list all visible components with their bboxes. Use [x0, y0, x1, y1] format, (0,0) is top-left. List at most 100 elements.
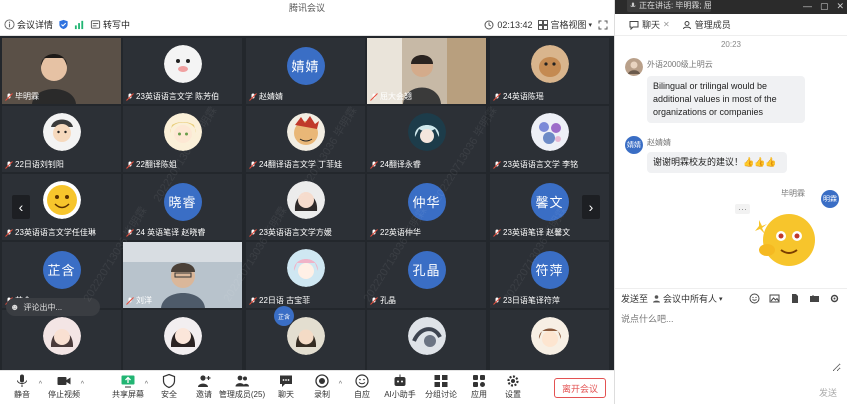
chevron-up-icon[interactable]: ^: [145, 381, 148, 388]
participant-tile[interactable]: [246, 310, 365, 376]
send-button[interactable]: 发送: [819, 386, 837, 399]
participant-name: 孔晶: [380, 296, 396, 305]
minimize-icon[interactable]: —: [803, 1, 812, 12]
meeting-info-button[interactable]: 会议详情: [4, 18, 53, 31]
active-speaker-badge: 芷含: [274, 306, 294, 326]
participant-avatar: [163, 317, 202, 356]
toolbar-record-button[interactable]: 录制 ^: [302, 373, 342, 400]
participant-tile[interactable]: 仲华 22英语仲华: [367, 174, 486, 240]
participant-avatar: [163, 113, 202, 152]
invite-icon: [198, 375, 211, 387]
chevron-up-icon[interactable]: ^: [81, 381, 84, 388]
sender-avatar[interactable]: 婧婧: [625, 136, 643, 154]
previous-page-arrow[interactable]: ‹: [12, 195, 30, 219]
video-grid: 毕明霖 23英语语言文学 陈芳伯 婧婧 赵婧婧 屈大会翘 24英语陈瑶 22日语刘钊阳 22翻…: [0, 36, 614, 376]
more-options-icon[interactable]: ···: [735, 204, 750, 214]
tab-chat[interactable]: 聊天 ✕: [629, 18, 670, 31]
toolbar-reaction-button[interactable]: 自应: [342, 373, 382, 400]
shield-check-icon[interactable]: [58, 19, 69, 30]
participant-tile[interactable]: 23英语语言文学 陈芳伯: [123, 38, 242, 104]
participant-tile[interactable]: [367, 310, 486, 376]
participant-tile[interactable]: 24翻译语言文学 丁菲娃: [246, 106, 365, 172]
transcription-status[interactable]: 转写中: [90, 18, 130, 31]
participant-avatar: [42, 317, 81, 356]
sender-name: 赵婧婧: [647, 138, 671, 147]
participant-tile[interactable]: 婧婧 赵婧婧: [246, 38, 365, 104]
emoji-icon[interactable]: [749, 293, 760, 304]
toolbar-label: 共享屏幕: [112, 390, 144, 399]
participant-tile[interactable]: 符萍 23日语笔译符萍: [490, 242, 609, 308]
toolbar-ai-assistant-button[interactable]: AI小助手: [380, 373, 420, 400]
fullscreen-icon[interactable]: [598, 20, 608, 30]
reaction-icon: [355, 374, 369, 388]
participant-tile[interactable]: 22日语 古宝菲: [246, 242, 365, 308]
toolbar-settings-button[interactable]: 设置: [493, 373, 533, 400]
emoji-sticker: [755, 214, 815, 266]
toolbar-members-button[interactable]: 管理成员(25): [219, 373, 265, 400]
participant-tile[interactable]: 22翻译陈姐: [123, 106, 242, 172]
send-to-selector[interactable]: 会议中所有人 ▾: [652, 292, 723, 305]
meeting-info-label: 会议详情: [17, 20, 54, 30]
participant-tile[interactable]: 孔晶 孔晶: [367, 242, 486, 308]
screenshot-icon[interactable]: [809, 293, 820, 304]
toolbar-chat-button[interactable]: 聊天: [266, 373, 306, 400]
participant-tile[interactable]: [490, 310, 609, 376]
participant-avatar: [163, 45, 202, 84]
tab-members-label: 管理成员: [694, 20, 731, 30]
participant-label: 24 英语笔译 赵晓睿: [126, 227, 205, 238]
toolbar-share-screen-button[interactable]: 共享屏幕 ^: [108, 373, 148, 400]
participant-name: 24翻译永睿: [380, 160, 421, 169]
floating-comment-text: 评论出中...: [23, 302, 63, 312]
chat-settings-icon[interactable]: [829, 293, 840, 304]
participant-tile[interactable]: 刘洋: [123, 242, 242, 308]
share-screen-icon: [121, 375, 135, 388]
participant-avatar: 芷含: [42, 250, 81, 289]
participant-tile[interactable]: [123, 310, 242, 376]
participant-name: 22英语仲华: [380, 228, 421, 237]
mic-muted-icon: [126, 160, 134, 169]
participant-tile[interactable]: 22日语刘钊阳: [2, 106, 121, 172]
mic-muted-icon: [249, 92, 257, 101]
participant-tile[interactable]: 屈大会翘: [367, 38, 486, 104]
gallery-view-button[interactable]: 宫格视图 ▾: [538, 18, 592, 31]
toolbar-label: 聊天: [278, 390, 294, 399]
toolbar-mic-button[interactable]: 静音 ^: [2, 373, 42, 400]
participant-tile[interactable]: 23英语语言文学方媛: [246, 174, 365, 240]
participant-tile[interactable]: 24翻译永睿: [367, 106, 486, 172]
toolbar-shield-button[interactable]: 安全: [149, 373, 189, 400]
sender-avatar[interactable]: [625, 58, 643, 76]
apps-icon: [473, 375, 485, 387]
panel-tabs: 聊天 ✕ 管理成员: [615, 14, 847, 36]
chevron-up-icon[interactable]: ^: [39, 381, 42, 388]
participant-name: 23英语语言文学任佳琳: [15, 228, 96, 237]
participant-tile[interactable]: 24英语陈瑶: [490, 38, 609, 104]
maximize-icon[interactable]: ▢: [820, 1, 829, 12]
participant-tile[interactable]: 晓睿 24 英语笔译 赵晓睿: [123, 174, 242, 240]
participant-tile[interactable]: 毕明霖: [2, 38, 121, 104]
participant-name: 23英语语言文学方媛: [259, 228, 332, 237]
participant-avatar: [42, 113, 81, 152]
toolbar-breakout-button[interactable]: 分组讨论: [421, 373, 461, 400]
participant-name: 23英语笔译 赵馨文: [503, 228, 571, 237]
tab-members[interactable]: 管理成员: [682, 18, 731, 31]
signal-icon[interactable]: [74, 19, 85, 30]
send-to-label: 发送至: [621, 294, 649, 304]
participant-tile[interactable]: 23英语语言文学 李铭: [490, 106, 609, 172]
shield-icon: [162, 373, 176, 389]
mic-muted-icon: [370, 92, 378, 101]
chat-message: 谢谢明霖校友的建议！👍👍👍: [647, 152, 787, 173]
close-icon[interactable]: ✕: [836, 1, 844, 12]
file-icon[interactable]: [789, 293, 800, 304]
toolbar-camera-button[interactable]: 停止视频 ^: [44, 373, 84, 400]
camera-icon: [57, 377, 71, 385]
mic-muted-icon: [126, 228, 134, 237]
leave-meeting-button[interactable]: 离开会议: [554, 378, 606, 398]
participant-tile[interactable]: [2, 310, 121, 376]
close-tab-icon[interactable]: ✕: [663, 20, 670, 29]
floating-comment-bar[interactable]: ☻ 评论出中...: [6, 298, 100, 316]
chat-input[interactable]: [621, 312, 841, 372]
own-avatar[interactable]: 明霖: [821, 190, 839, 208]
next-page-arrow[interactable]: ›: [582, 195, 600, 219]
chat-icon: [280, 375, 292, 387]
image-icon[interactable]: [769, 293, 780, 304]
